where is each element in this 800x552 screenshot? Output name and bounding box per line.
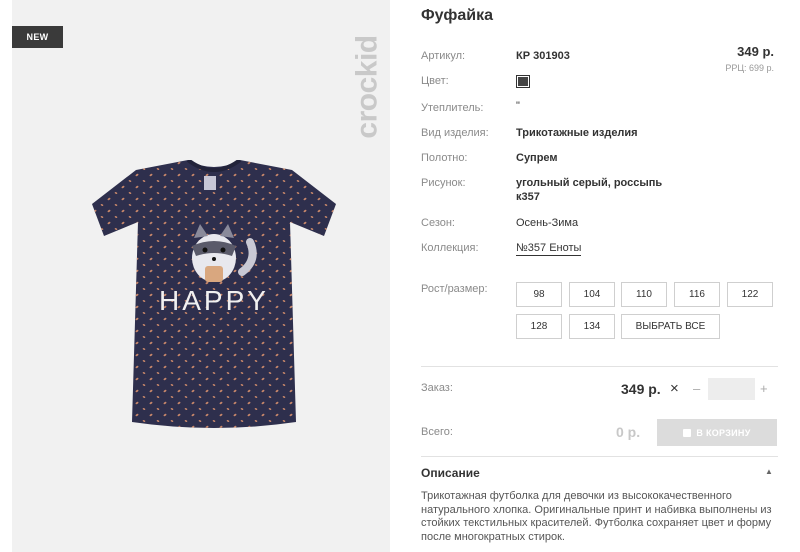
total-label: Всего: bbox=[421, 426, 453, 438]
fabric-value: Супрем bbox=[516, 152, 558, 164]
product-price: 349 р. bbox=[737, 44, 774, 59]
order-price: 349 р. bbox=[621, 381, 661, 397]
order-label: Заказ: bbox=[421, 382, 453, 394]
fabric-label: Полотно: bbox=[421, 152, 468, 164]
filler-value: " bbox=[516, 100, 520, 112]
pattern-value-line-1: угольный серый, россыпь bbox=[516, 177, 663, 189]
product-title: Фуфайка bbox=[421, 7, 493, 24]
color-swatch[interactable] bbox=[516, 75, 530, 88]
quantity-decrease-button[interactable]: – bbox=[693, 381, 700, 396]
quantity-increase-button[interactable]: + bbox=[760, 381, 768, 396]
size-button-110[interactable]: 110 bbox=[621, 282, 667, 307]
season-value: Осень-Зима bbox=[516, 217, 579, 229]
total-value: 0 р. bbox=[616, 424, 641, 440]
description-line: после многократных стирок. bbox=[421, 530, 565, 543]
color-swatch-fill bbox=[518, 77, 528, 86]
type-value: Трикотажные изделия bbox=[516, 127, 638, 139]
article-value: КР 301903 bbox=[516, 50, 570, 62]
shirt-print-text: HAPPY bbox=[159, 285, 269, 316]
size-button-104[interactable]: 104 bbox=[569, 282, 615, 307]
collection-label: Коллекция: bbox=[421, 242, 479, 254]
add-to-cart-button[interactable]: В КОРЗИНУ bbox=[657, 419, 777, 446]
filler-label: Утеплитель: bbox=[421, 102, 484, 114]
product-photo[interactable]: crockid HAPPY bbox=[12, 0, 390, 552]
product-rrp: РРЦ: 699 р. bbox=[725, 63, 774, 73]
new-badge: NEW bbox=[12, 26, 63, 48]
description-title[interactable]: Описание bbox=[421, 466, 480, 480]
type-label: Вид изделия: bbox=[421, 127, 489, 139]
size-button-122[interactable]: 122 bbox=[727, 282, 773, 307]
color-label: Цвет: bbox=[421, 75, 449, 87]
size-label: Рост/размер: bbox=[421, 283, 488, 295]
select-all-sizes-button[interactable]: ВЫБРАТЬ ВСЕ bbox=[621, 314, 720, 339]
divider bbox=[421, 456, 778, 457]
size-button-98[interactable]: 98 bbox=[516, 282, 562, 307]
article-label: Артикул: bbox=[421, 50, 466, 62]
collapse-caret-icon[interactable]: ▲ bbox=[765, 467, 773, 476]
description-line: стойких текстильных красителей. Футболка… bbox=[421, 517, 772, 529]
description-line: Трикотажная футболка для девочки из высо… bbox=[421, 490, 732, 502]
quantity-input[interactable] bbox=[708, 378, 755, 400]
size-button-116[interactable]: 116 bbox=[674, 282, 720, 307]
size-button-128[interactable]: 128 bbox=[516, 314, 562, 339]
brand-logo: crockid bbox=[351, 35, 384, 139]
description-line: натурального хлопка. Оригинальные принт … bbox=[421, 503, 772, 516]
remove-order-icon[interactable]: × bbox=[670, 380, 679, 397]
collection-link[interactable]: №357 Еноты bbox=[516, 242, 582, 256]
shopping-bag-icon bbox=[683, 428, 692, 437]
size-button-134[interactable]: 134 bbox=[569, 314, 615, 339]
pattern-label: Рисунок: bbox=[421, 177, 466, 189]
description-text: Трикотажная футболка для девочки из высо… bbox=[421, 490, 781, 544]
pattern-value-line-2: к357 bbox=[516, 191, 540, 203]
collection-link-wrap: №357 Еноты bbox=[516, 242, 582, 256]
add-to-cart-label: В КОРЗИНУ bbox=[696, 427, 751, 438]
season-label: Сезон: bbox=[421, 217, 455, 229]
divider bbox=[421, 366, 778, 367]
tshirt-image: HAPPY bbox=[92, 160, 336, 428]
